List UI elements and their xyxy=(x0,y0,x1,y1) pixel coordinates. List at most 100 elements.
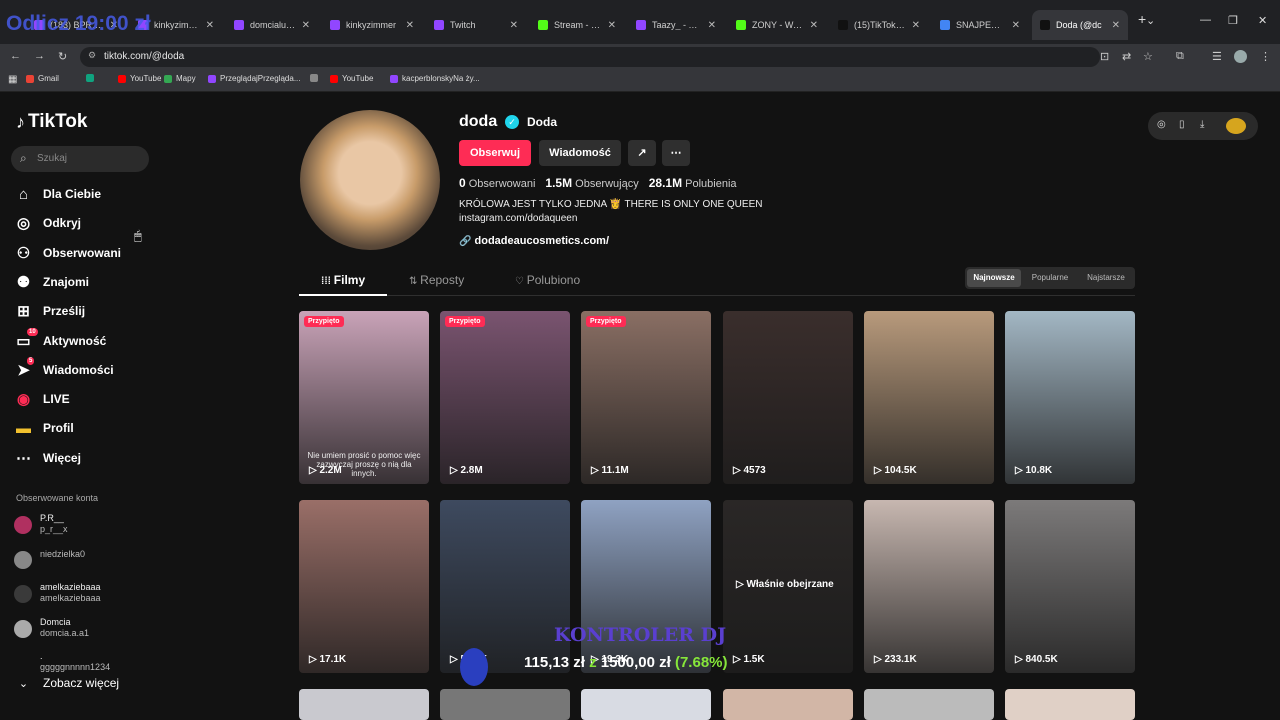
video-card[interactable]: ▷ 17.1K xyxy=(299,500,429,673)
browser-tab[interactable]: ZONY - Watch ✕ xyxy=(728,10,826,40)
video-card[interactable]: ▷ 10.8K xyxy=(1005,311,1135,484)
video-card[interactable]: ▷ 4573 xyxy=(723,311,853,484)
maximize-icon[interactable]: ❐ xyxy=(1228,14,1238,27)
browser-tab[interactable]: SNAJPER WÓD ✕ xyxy=(932,10,1028,40)
tab-close-icon[interactable]: ✕ xyxy=(912,20,920,31)
browser-tab[interactable]: Stream - Kick ✕ xyxy=(530,10,624,40)
sidebar-item-obserwowani[interactable]: ⚇ Obserwowani xyxy=(14,243,121,263)
browser-tab[interactable]: Doda (@dc ✕ xyxy=(1032,10,1128,40)
sidebar-item-profil[interactable]: ▬ Profil xyxy=(14,418,74,438)
sidebar-item-znajomi[interactable]: ⚉ Znajomi xyxy=(14,272,89,292)
site-info-icon[interactable]: ⚙ xyxy=(88,50,96,61)
bookmark-item[interactable]: YouTube xyxy=(330,74,373,83)
message-button[interactable]: Wiadomość xyxy=(539,140,621,166)
tab-close-icon[interactable]: ✕ xyxy=(510,20,518,31)
video-card-partial[interactable] xyxy=(299,689,429,720)
search-input[interactable]: ⌕ Szukaj xyxy=(11,146,149,172)
video-card[interactable]: Przypięto Nie umiem prosić o pomoc więc z… xyxy=(299,311,429,484)
bookmark-item[interactable] xyxy=(310,74,318,82)
reload-icon[interactable]: ↻ xyxy=(58,50,67,63)
compass-small-icon[interactable]: ◎ xyxy=(1157,119,1166,130)
sidebar-item-aktywno-[interactable]: ▭ 10 Aktywność xyxy=(14,327,106,351)
chrome-menu-icon[interactable]: ⋮ xyxy=(1260,50,1271,63)
tab-close-icon[interactable]: ✕ xyxy=(302,20,310,31)
sidebar-item-wi-cej[interactable]: ⋯ Więcej xyxy=(14,448,81,468)
back-icon[interactable]: ← xyxy=(10,50,21,62)
video-card[interactable]: ▷ 19.3K xyxy=(581,500,711,673)
tab-close-icon[interactable]: ✕ xyxy=(1112,20,1120,31)
url-field[interactable]: ⚙ tiktok.com/@doda xyxy=(80,47,1100,67)
tab-close-icon[interactable]: ✕ xyxy=(406,20,414,31)
bookmark-item[interactable] xyxy=(86,74,94,82)
sidebar-item-dla-ciebie[interactable]: ⌂ Dla Ciebie xyxy=(14,184,101,204)
tiktok-logo[interactable]: ♪ TikTok xyxy=(16,111,87,133)
followed-account[interactable]: P.R__ p_r__x xyxy=(14,513,68,534)
bookmark-item[interactable]: Mapy xyxy=(164,74,196,83)
forward-icon[interactable]: → xyxy=(34,50,45,62)
video-card-partial[interactable] xyxy=(864,689,994,720)
tab-polubiono[interactable]: ♡ Polubiono xyxy=(515,273,580,287)
bookmark-item[interactable]: Gmail xyxy=(26,74,59,83)
sort-option[interactable]: Najstarsze xyxy=(1079,269,1133,287)
tab-reposty[interactable]: ⇅ Reposty xyxy=(409,273,464,287)
reading-list-icon[interactable]: ☰ xyxy=(1212,50,1222,63)
bookmark-item[interactable]: PrzeglądajPrzegląda... xyxy=(208,74,301,83)
tab-close-icon[interactable]: ✕ xyxy=(1012,20,1020,31)
video-card-partial[interactable] xyxy=(581,689,711,720)
download-icon[interactable]: ⤓ xyxy=(1200,119,1204,130)
tab-filmy[interactable]: ⁞⁞⁞ Filmy xyxy=(321,273,365,287)
tab-search-icon[interactable]: ⌄ xyxy=(1146,14,1155,27)
browser-tab[interactable]: Twitch ✕ xyxy=(426,10,526,40)
browser-tab[interactable]: (15)TikTok - M ✕ xyxy=(830,10,928,40)
tab-close-icon[interactable]: ✕ xyxy=(206,20,214,31)
new-tab-button[interactable]: + xyxy=(1138,11,1146,27)
video-card[interactable]: ▷ 840.5K xyxy=(1005,500,1135,673)
tab-close-icon[interactable]: ✕ xyxy=(810,20,818,31)
sidebar-item-prze-lij[interactable]: ⊞ Prześlij xyxy=(14,301,85,321)
video-card-partial[interactable] xyxy=(723,689,853,720)
video-card[interactable]: ▷ 233.1K xyxy=(864,500,994,673)
tab-close-icon[interactable]: ✕ xyxy=(608,20,616,31)
account-name: amelkaziebaaa xyxy=(40,582,101,592)
followed-account[interactable]: Domcia domcia.a.a1 xyxy=(14,617,89,638)
extensions-icon[interactable]: ⧉ xyxy=(1176,50,1184,63)
tab-close-icon[interactable]: ✕ xyxy=(708,20,716,31)
video-card-partial[interactable] xyxy=(440,689,570,720)
followed-account[interactable]: . gggggnnnnn1234 xyxy=(14,651,110,672)
sidebar-item-odkryj[interactable]: ◎ Odkryj xyxy=(14,213,81,233)
followed-account[interactable]: niedzielka0 xyxy=(14,548,85,569)
apps-icon[interactable]: ▦ xyxy=(8,74,17,85)
sort-option[interactable]: Najnowsze xyxy=(967,269,1021,287)
video-card[interactable]: Przypięto ▷ 2.8M xyxy=(440,311,570,484)
bookmark-item[interactable]: kacperblonskyNa ży... xyxy=(390,74,480,83)
more-options-icon[interactable]: ⋯ xyxy=(662,140,690,166)
browser-tab[interactable]: Taazy_ - Twitch ✕ xyxy=(628,10,724,40)
profile-link[interactable]: 🔗 dodadeaucosmetics.com/ xyxy=(459,235,609,247)
followed-account[interactable]: amelkaziebaaa amelkaziebaaa xyxy=(14,582,101,603)
translate-icon[interactable]: ⇄ xyxy=(1122,50,1131,63)
profile-avatar[interactable] xyxy=(300,110,440,250)
browser-tab[interactable]: domcialupinski ✕ xyxy=(226,10,318,40)
bookmark-star-icon[interactable]: ☆ xyxy=(1143,50,1153,63)
profile-avatar-icon[interactable] xyxy=(1234,50,1247,63)
follow-button[interactable]: Obserwuj xyxy=(459,140,531,166)
close-window-icon[interactable]: ✕ xyxy=(1258,14,1267,27)
install-icon[interactable]: ⊡ xyxy=(1100,50,1109,63)
video-card-partial[interactable] xyxy=(1005,689,1135,720)
video-card[interactable]: ▷ Właśnie obejrzane ▷ 1.5K xyxy=(723,500,853,673)
just-watched-text: Właśnie obejrzane xyxy=(746,579,834,590)
minimize-icon[interactable]: — xyxy=(1200,14,1211,26)
video-card[interactable]: ▷ 104.5K xyxy=(864,311,994,484)
share-icon[interactable]: ↗ xyxy=(628,140,656,166)
user-avatar-icon[interactable] xyxy=(1226,118,1246,134)
sort-option[interactable]: Popularne xyxy=(1023,269,1077,287)
device-icon[interactable]: ▯ xyxy=(1179,119,1185,130)
browser-tab[interactable]: kinkyzimmer ✕ xyxy=(322,10,422,40)
tab-favicon-icon xyxy=(838,20,848,30)
sidebar-item-wiadomo-ci[interactable]: ➤ 5 Wiadomości xyxy=(14,356,114,380)
bookmark-item[interactable]: YouTube xyxy=(118,74,161,83)
video-card[interactable]: ▷ 50.6K xyxy=(440,500,570,673)
video-card[interactable]: Przypięto ▷ 11.1M xyxy=(581,311,711,484)
see-more-button[interactable]: ⌄ Zobacz więcej xyxy=(14,673,119,693)
sidebar-item-live[interactable]: ◉ LIVE xyxy=(14,389,70,409)
